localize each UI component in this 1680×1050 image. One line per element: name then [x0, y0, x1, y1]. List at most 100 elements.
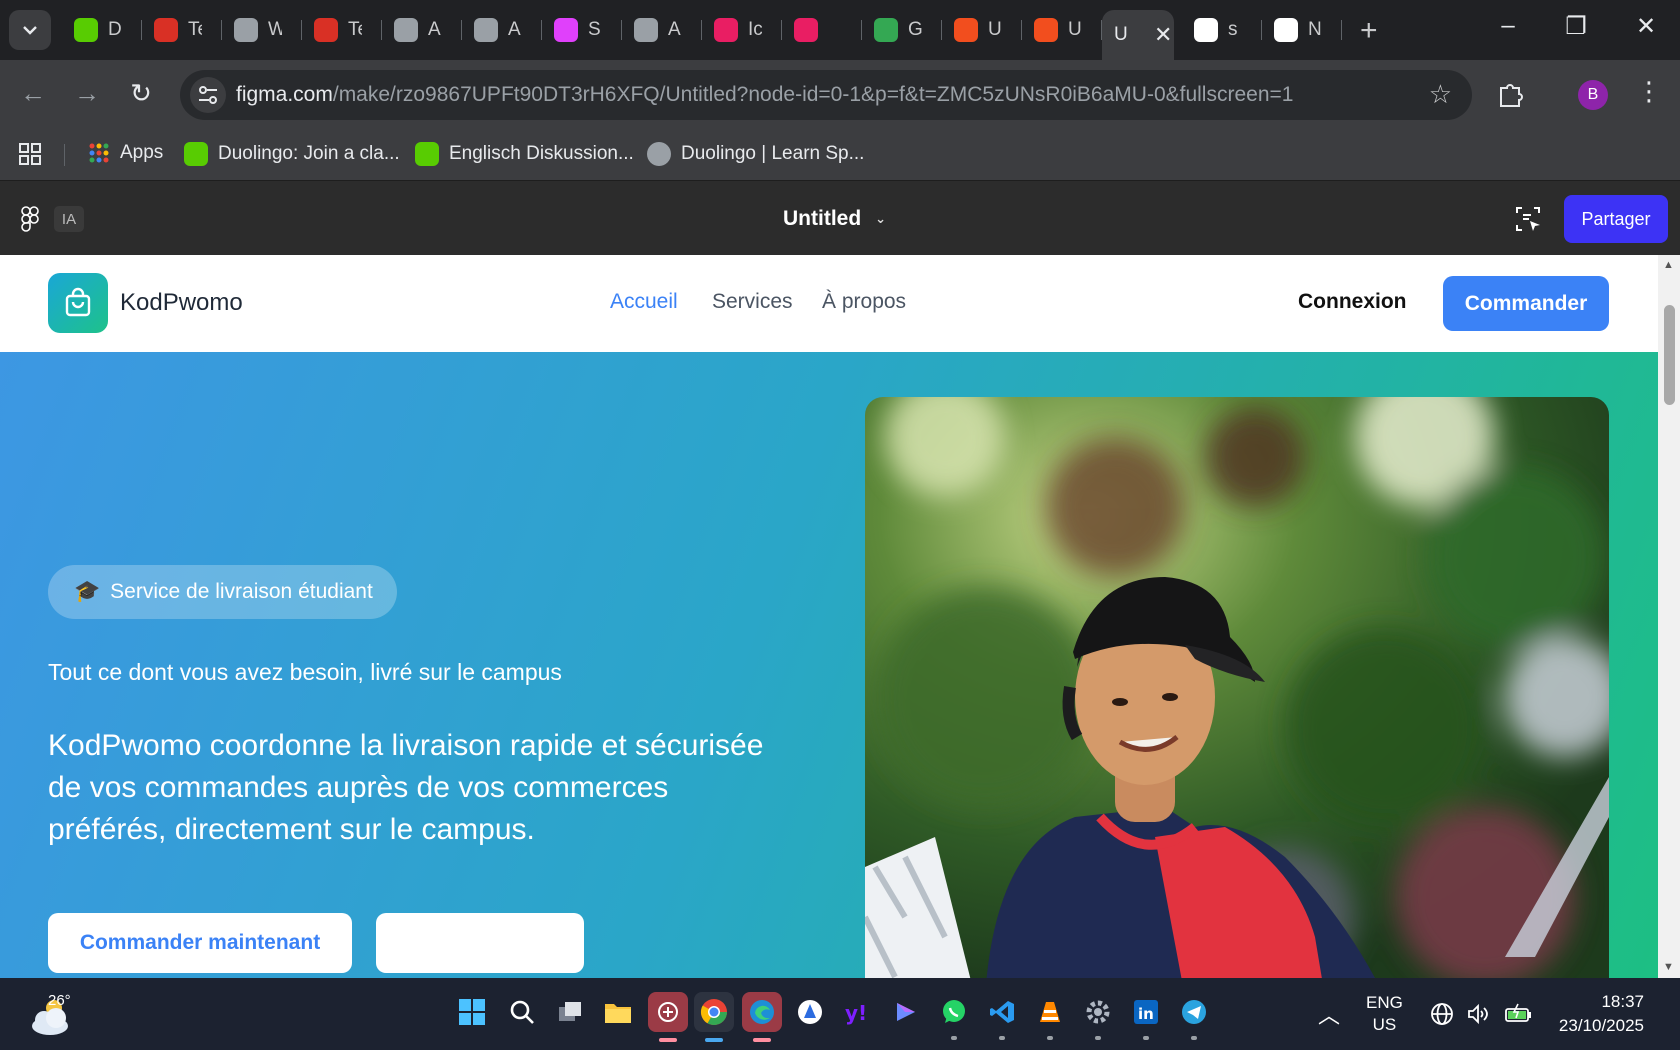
back-button[interactable]: ←: [16, 78, 50, 109]
tab-title: D: [108, 19, 122, 40]
browser-tab[interactable]: A: [382, 10, 462, 50]
ai-chip[interactable]: IA: [54, 206, 84, 232]
forward-button[interactable]: →: [70, 78, 104, 109]
login-link[interactable]: Connexion: [1298, 290, 1407, 314]
browser-tab[interactable]: D: [62, 10, 142, 50]
tab-favicon-icon: [314, 18, 338, 42]
language-code: ENG: [1366, 993, 1403, 1012]
apps-grid-icon[interactable]: [18, 142, 42, 166]
bookmark-duolingo-class[interactable]: Duolingo: Join a cla...: [184, 142, 400, 166]
linkedin-icon[interactable]: in: [1128, 994, 1164, 1040]
extensions-icon[interactable]: [1496, 80, 1524, 108]
share-button[interactable]: Partager: [1564, 195, 1668, 243]
windows-taskbar: 26° y! in ︿ ENG US 18:37 23/10/2025: [0, 978, 1680, 1050]
tab-favicon-icon: [154, 18, 178, 42]
browser-tab[interactable]: N: [1262, 10, 1342, 50]
battery-charging-icon[interactable]: [1504, 1002, 1532, 1026]
browser-tab[interactable]: U ✕: [1102, 10, 1174, 60]
restore-button[interactable]: ❐: [1556, 12, 1596, 41]
figma-logo-icon[interactable]: [20, 205, 40, 233]
running-indicator: [999, 1036, 1005, 1040]
new-tab-button[interactable]: +: [1360, 14, 1378, 48]
nav-link-a-propos[interactable]: À propos: [822, 290, 906, 314]
edge-icon[interactable]: [742, 992, 782, 1042]
browser-tab[interactable]: U: [1022, 10, 1102, 50]
bookmark-duolingo-learn[interactable]: Duolingo | Learn Sp...: [647, 142, 864, 166]
hero-section: 🎓 Service de livraison étudiant Tout ce …: [0, 352, 1658, 978]
profile-avatar[interactable]: B: [1578, 80, 1608, 110]
nav-link-accueil[interactable]: Accueil: [610, 290, 678, 314]
browser-tab[interactable]: s: [1182, 10, 1262, 50]
site-info-icon[interactable]: [190, 77, 226, 113]
ai-chip-label: IA: [61, 210, 77, 228]
order-now-button[interactable]: Commander maintenant: [48, 913, 352, 973]
bookmark-label: Duolingo: Join a cla...: [218, 143, 400, 164]
clipchamp-icon[interactable]: [888, 994, 924, 1030]
network-globe-icon[interactable]: [1430, 1002, 1454, 1026]
tab-separator: [1341, 20, 1342, 40]
tab-title: U: [1114, 24, 1128, 45]
search-icon[interactable]: [504, 994, 540, 1030]
browser-toolbar: ← → ↻ figma.com/make/rzo9867UPFt90DT3rH6…: [0, 60, 1680, 130]
browser-tab-strip: DTeWTeAASAIcGUUU✕sN + – ❐ ✕: [0, 0, 1680, 60]
vlc-icon[interactable]: [1032, 994, 1068, 1040]
system-clock[interactable]: 18:37 23/10/2025: [1552, 990, 1644, 1038]
whatsapp-icon[interactable]: [936, 994, 972, 1040]
tab-favicon-icon: [1194, 18, 1218, 42]
browser-tab[interactable]: Te: [302, 10, 382, 50]
minimize-button[interactable]: –: [1488, 12, 1528, 40]
browser-tab[interactable]: Te: [142, 10, 222, 50]
bookmark-star-icon[interactable]: ☆: [1429, 79, 1452, 110]
scroll-up-arrow-icon[interactable]: ▲: [1663, 259, 1674, 271]
input-language-indicator[interactable]: ENG US: [1366, 992, 1403, 1036]
order-button[interactable]: Commander: [1443, 276, 1609, 331]
reload-button[interactable]: ↻: [124, 78, 158, 109]
close-tab-icon[interactable]: ✕: [1154, 22, 1172, 48]
brand-logo[interactable]: [48, 273, 108, 333]
browser-tab[interactable]: S: [542, 10, 622, 50]
nav-link-services[interactable]: Services: [712, 290, 793, 314]
clock-time: 18:37: [1601, 992, 1644, 1011]
secondary-cta-button[interactable]: [376, 913, 584, 973]
browser-tab[interactable]: A: [462, 10, 542, 50]
tab-search-button[interactable]: [9, 10, 51, 50]
vscode-icon[interactable]: [984, 994, 1020, 1040]
show-hidden-icons-chevron-icon[interactable]: ︿: [1318, 998, 1340, 1030]
browser-tab[interactable]: [782, 10, 862, 50]
browser-tab[interactable]: W: [222, 10, 302, 50]
assistant-app-icon[interactable]: [792, 994, 828, 1030]
canvas-scrollbar[interactable]: ▲ ▼: [1658, 255, 1680, 978]
browser-tab[interactable]: A: [622, 10, 702, 50]
task-view-icon[interactable]: [552, 994, 588, 1030]
browser-tab[interactable]: G: [862, 10, 942, 50]
bookmark-englisch-diskussion[interactable]: Englisch Diskussion...: [415, 142, 634, 166]
start-windows-icon[interactable]: [454, 994, 490, 1030]
scroll-down-arrow-icon[interactable]: ▼: [1663, 961, 1674, 973]
file-title-menu[interactable]: Untitled ⌄: [783, 207, 886, 231]
telegram-icon[interactable]: [1176, 994, 1212, 1040]
present-mode-icon[interactable]: [1514, 205, 1542, 233]
address-bar[interactable]: figma.com/make/rzo9867UPFt90DT3rH6XFQ/Un…: [180, 70, 1472, 120]
file-explorer-icon[interactable]: [600, 994, 636, 1030]
figma-header: IA Untitled ⌄ Partager: [0, 180, 1680, 255]
settings-gear-icon[interactable]: [1080, 994, 1116, 1040]
scrollbar-thumb[interactable]: [1664, 305, 1675, 405]
chatgpt-app-icon[interactable]: [648, 992, 688, 1042]
close-window-button[interactable]: ✕: [1626, 12, 1666, 41]
chrome-icon[interactable]: [694, 992, 734, 1042]
yahoo-icon[interactable]: y!: [840, 994, 876, 1030]
browser-tab[interactable]: U: [942, 10, 1022, 50]
tab-favicon-icon: [634, 18, 658, 42]
browser-tab[interactable]: Ic: [702, 10, 782, 50]
weather-temperature: 26°: [48, 992, 71, 1009]
tab-title: A: [508, 19, 521, 40]
volume-speaker-icon[interactable]: [1466, 1002, 1490, 1026]
order-now-label: Commander maintenant: [79, 931, 321, 954]
browser-menu-icon[interactable]: ⋮: [1636, 76, 1662, 107]
tab-title: S: [588, 19, 601, 40]
running-indicator: [1143, 1036, 1149, 1040]
tab-title: G: [908, 19, 922, 40]
running-indicator: [659, 1038, 677, 1042]
order-button-label: Commander: [1464, 291, 1588, 315]
bookmark-apps[interactable]: Apps: [88, 142, 163, 164]
